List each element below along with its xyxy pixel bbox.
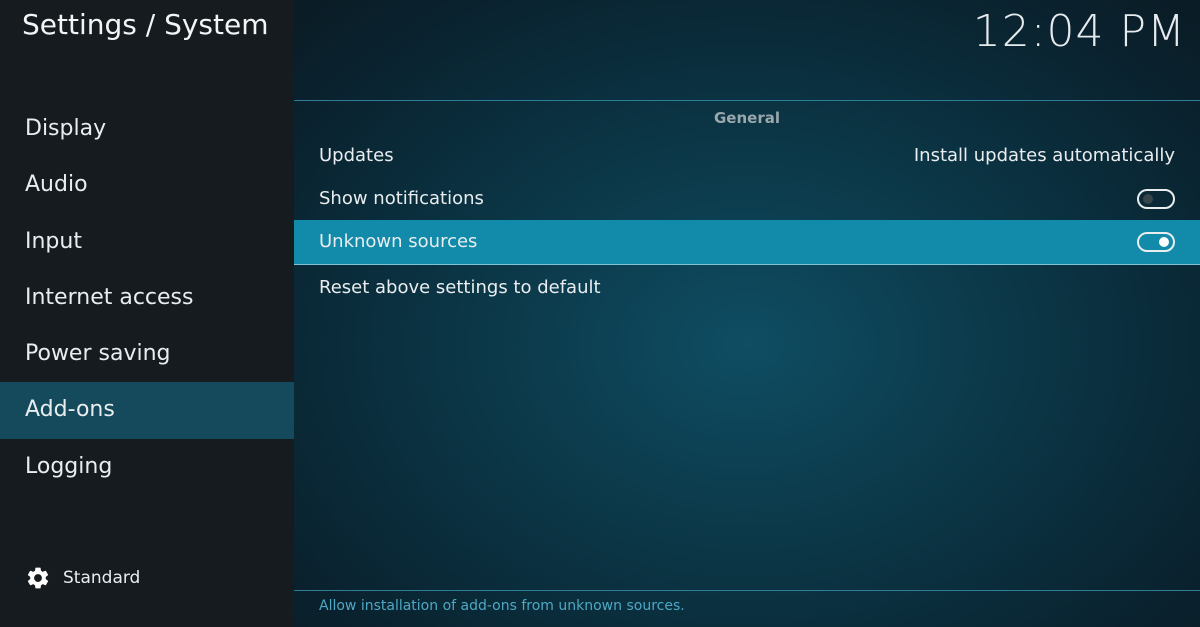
setting-description: Allow installation of add-ons from unkno… [319,598,685,614]
sidebar-item-add-ons[interactable]: Add-ons [0,382,294,439]
header-divider [294,100,1200,101]
sidebar-item-internet-access[interactable]: Internet access [0,270,294,326]
setting-label: Show notifications [319,188,484,209]
sidebar-item-audio[interactable]: Audio [0,157,294,213]
sidebar-item-display[interactable]: Display [0,101,294,157]
setting-label: Updates [319,145,394,166]
setting-label: Reset above settings to default [319,277,601,298]
notifications-toggle[interactable] [1137,189,1175,209]
section-title: General [714,109,780,127]
footer-divider [294,590,1200,591]
setting-reset-defaults[interactable]: Reset above settings to default [294,266,1200,310]
clock: 12:04 PM [972,6,1186,57]
sidebar: Settings / System Display Audio Input In… [0,0,294,627]
unknown-sources-toggle[interactable] [1137,232,1175,252]
settings-level-label: Standard [63,568,141,588]
main-panel: 12:04 PM General Updates Install updates… [294,0,1200,627]
category-menu: Display Audio Input Internet access Powe… [0,101,294,495]
sidebar-item-logging[interactable]: Logging [0,439,294,495]
setting-updates[interactable]: Updates Install updates automatically [294,134,1200,178]
sidebar-item-input[interactable]: Input [0,214,294,270]
setting-unknown-sources[interactable]: Unknown sources [294,220,1200,265]
setting-label: Unknown sources [319,231,478,252]
settings-level-button[interactable]: Standard [25,565,140,591]
setting-value: Install updates automatically [913,145,1175,166]
sidebar-item-power-saving[interactable]: Power saving [0,326,294,382]
page-title: Settings / System [22,8,269,41]
settings-screen: Settings / System Display Audio Input In… [0,0,1200,627]
gear-icon [27,567,49,589]
setting-show-notifications[interactable]: Show notifications [294,177,1200,221]
toggle-knob [1159,237,1169,247]
toggle-knob [1143,194,1153,204]
